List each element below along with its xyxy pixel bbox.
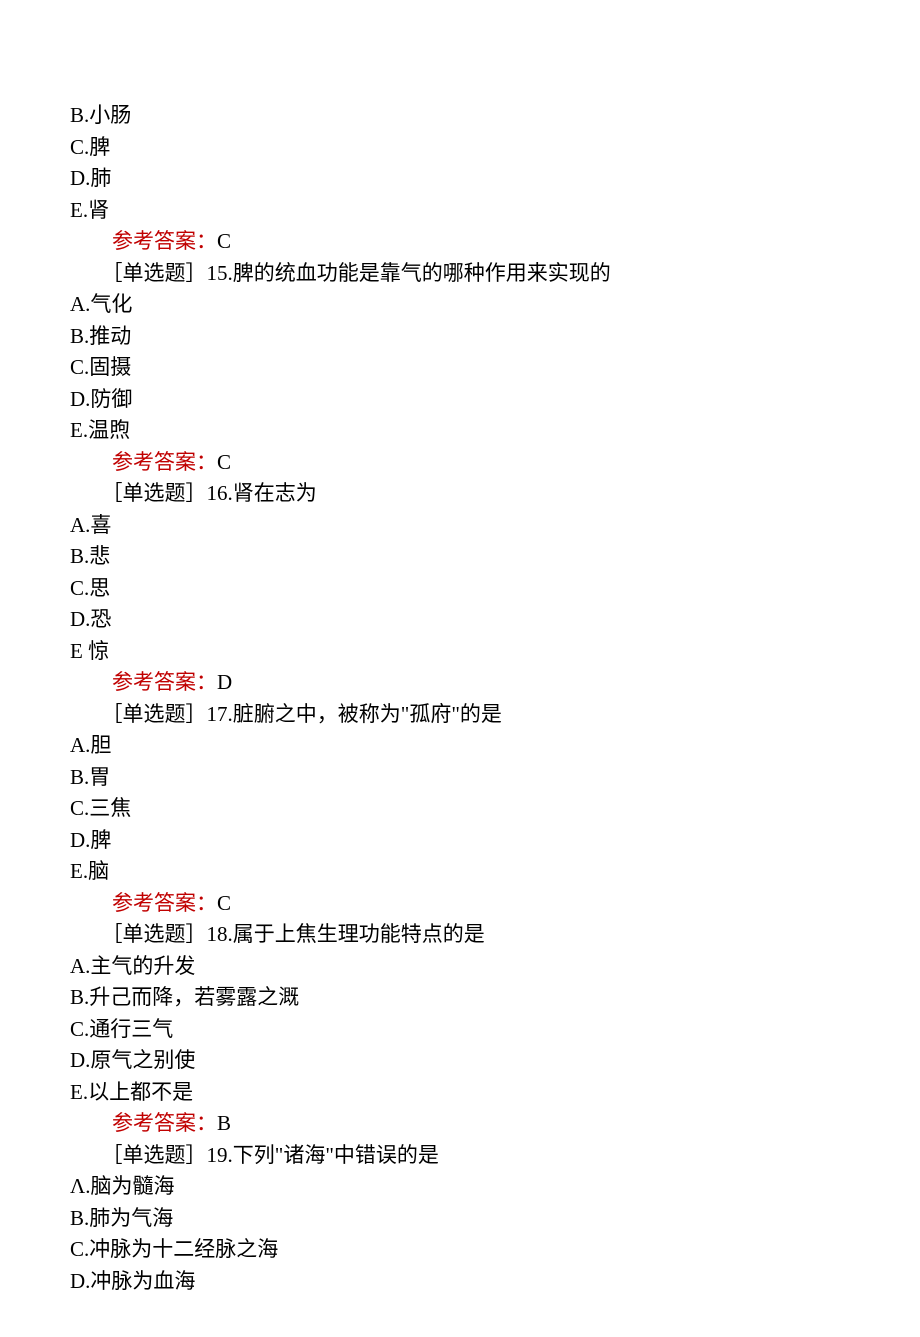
option-line: E.温煦	[70, 415, 850, 447]
option-line: D.恐	[70, 604, 850, 636]
answer-label: 参考答案：	[112, 229, 217, 253]
option-line: E 惊	[70, 636, 850, 668]
option-line: C.通行三气	[70, 1014, 850, 1046]
question-stem: ［单选题］19.下列"诸海"中错误的是	[70, 1140, 850, 1172]
option-line: Λ.脑为髓海	[70, 1171, 850, 1203]
answer-label: 参考答案：	[112, 891, 217, 915]
option-line: D.冲脉为血海	[70, 1266, 850, 1298]
option-line: A.胆	[70, 730, 850, 762]
option-line: E.脑	[70, 856, 850, 888]
option-line: C.冲脉为十二经脉之海	[70, 1234, 850, 1266]
option-line: B.推动	[70, 321, 850, 353]
option-line: B.升己而降，若雾露之溉	[70, 982, 850, 1014]
option-line: C.脾	[70, 132, 850, 164]
answer-value: B	[217, 1111, 231, 1135]
option-line: A.喜	[70, 510, 850, 542]
answer-line: 参考答案：C	[70, 447, 850, 479]
answer-label: 参考答案：	[112, 1111, 217, 1135]
question-stem: ［单选题］18.属于上焦生理功能特点的是	[70, 919, 850, 951]
answer-value: C	[217, 891, 231, 915]
option-line: A.气化	[70, 289, 850, 321]
option-line: B.胃	[70, 762, 850, 794]
answer-line: 参考答案：C	[70, 226, 850, 258]
answer-line: 参考答案：B	[70, 1108, 850, 1140]
question-stem: ［单选题］15.脾的统血功能是靠气的哪种作用来实现的	[70, 258, 850, 290]
answer-value: D	[217, 670, 232, 694]
option-line: B.悲	[70, 541, 850, 573]
option-line: C.思	[70, 573, 850, 605]
question-stem: ［单选题］16.肾在志为	[70, 478, 850, 510]
option-line: B.肺为气海	[70, 1203, 850, 1235]
answer-line: 参考答案：D	[70, 667, 850, 699]
option-line: A.主气的升发	[70, 951, 850, 983]
option-line: E.以上都不是	[70, 1077, 850, 1109]
option-line: B.小肠	[70, 100, 850, 132]
answer-line: 参考答案：C	[70, 888, 850, 920]
answer-label: 参考答案：	[112, 670, 217, 694]
option-line: C.三焦	[70, 793, 850, 825]
option-line: D.原气之别使	[70, 1045, 850, 1077]
option-line: D.防御	[70, 384, 850, 416]
option-line: D.脾	[70, 825, 850, 857]
answer-value: C	[217, 450, 231, 474]
option-line: C.固摄	[70, 352, 850, 384]
option-line: D.肺	[70, 163, 850, 195]
answer-value: C	[217, 229, 231, 253]
option-line: E.肾	[70, 195, 850, 227]
answer-label: 参考答案：	[112, 450, 217, 474]
question-stem: ［单选题］17.脏腑之中，被称为"孤府"的是	[70, 699, 850, 731]
